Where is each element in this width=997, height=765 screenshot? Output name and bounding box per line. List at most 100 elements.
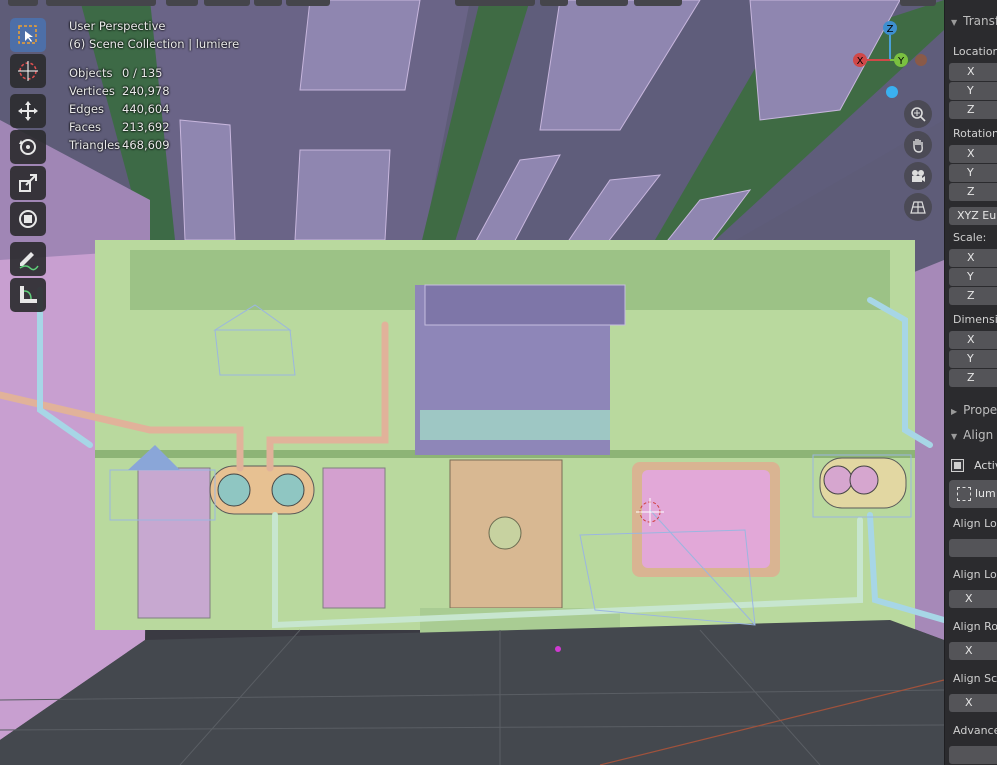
scale-tool[interactable] bbox=[10, 166, 46, 200]
cursor-tool[interactable] bbox=[10, 54, 46, 88]
cursor-icon bbox=[18, 61, 38, 81]
active-checkbox-row[interactable]: Activ bbox=[951, 455, 997, 473]
device-lens-right-2 bbox=[849, 465, 879, 495]
align-scale-x-toggle[interactable]: X bbox=[949, 694, 997, 712]
stat-value-triangles: 468,609 bbox=[122, 138, 170, 152]
align-location-field-1[interactable] bbox=[949, 539, 997, 557]
rotate-icon bbox=[19, 139, 36, 155]
transform-panel-header[interactable]: ▼ Transf bbox=[951, 14, 997, 28]
door-lock bbox=[488, 516, 522, 550]
properties-panel-header[interactable]: ▶ Proper bbox=[951, 403, 997, 417]
rotation-z-field[interactable]: Z bbox=[949, 183, 997, 201]
measure-tool[interactable] bbox=[10, 278, 46, 312]
grid-icon bbox=[910, 201, 926, 214]
pencil-icon bbox=[19, 252, 39, 271]
align-header-label: Align bbox=[963, 428, 994, 442]
control-panel-left bbox=[137, 467, 211, 619]
properties-sidebar: ▼Transf Location: X Y Z Rotation: X Y Z … bbox=[944, 0, 997, 765]
transform-icon bbox=[19, 210, 37, 228]
rotation-mode-dropdown[interactable]: XYZ Eule bbox=[949, 207, 997, 225]
gizmo-z-label: Z bbox=[887, 24, 894, 35]
align-rotation-label: Align Rot bbox=[953, 620, 997, 633]
advanced-label: Advanced bbox=[953, 724, 997, 737]
scale-y-field[interactable]: Y bbox=[949, 268, 997, 286]
location-z-field[interactable]: Z bbox=[949, 101, 997, 119]
camera-icon bbox=[912, 170, 925, 182]
mode-dropdown[interactable] bbox=[46, 0, 156, 6]
select-menu[interactable] bbox=[204, 0, 250, 6]
pivot-button[interactable] bbox=[540, 0, 568, 6]
align-panel-header[interactable]: ▼ Align bbox=[951, 428, 993, 442]
align-rotation-x-toggle[interactable]: X bbox=[949, 642, 997, 660]
active-checkbox[interactable] bbox=[951, 459, 964, 472]
stat-label-objects: Objects bbox=[69, 66, 113, 80]
rotation-label: Rotation: bbox=[953, 127, 997, 140]
ortho-toggle-button[interactable] bbox=[904, 193, 932, 221]
scene-collection-label: (6) Scene Collection | lumiere bbox=[69, 37, 240, 51]
screen-display bbox=[642, 470, 770, 568]
location-label: Location: bbox=[953, 45, 997, 58]
move-icon bbox=[18, 101, 38, 121]
ruler-icon bbox=[20, 286, 37, 303]
transform-tool[interactable] bbox=[10, 202, 46, 236]
checkbox-fill bbox=[954, 462, 961, 469]
device-lens-right-1 bbox=[823, 465, 853, 495]
dimensions-z-field[interactable]: Z bbox=[949, 369, 997, 387]
scale-icon bbox=[19, 174, 37, 192]
align-location-x-toggle[interactable]: X bbox=[949, 590, 997, 608]
stat-label-vertices: Vertices bbox=[69, 84, 115, 98]
overlay-button[interactable] bbox=[900, 0, 936, 6]
rotation-y-field[interactable]: Y bbox=[949, 164, 997, 182]
device-lens-right bbox=[271, 473, 305, 507]
pan-button[interactable] bbox=[904, 131, 932, 159]
object-icon bbox=[957, 487, 971, 501]
rotation-x-field[interactable]: X bbox=[949, 145, 997, 163]
light-origin bbox=[555, 646, 561, 652]
column-grille bbox=[424, 284, 626, 326]
control-panel-mid bbox=[322, 467, 386, 609]
align-location-label-1: Align Loc bbox=[953, 517, 997, 530]
active-object-button[interactable]: lum bbox=[949, 480, 997, 508]
transform-header-label: Transf bbox=[963, 14, 997, 28]
select-box-tool[interactable] bbox=[10, 18, 46, 52]
location-y-field[interactable]: Y bbox=[949, 82, 997, 100]
add-menu[interactable] bbox=[254, 0, 282, 6]
snap-button[interactable] bbox=[576, 0, 628, 6]
view-menu[interactable] bbox=[166, 0, 198, 6]
stat-value-edges: 440,604 bbox=[122, 102, 170, 116]
camera-view-button[interactable] bbox=[904, 162, 932, 190]
move-tool[interactable] bbox=[10, 94, 46, 128]
orientation-dropdown[interactable] bbox=[455, 0, 535, 6]
scale-label: Scale: bbox=[953, 231, 987, 244]
zoom-icon bbox=[911, 107, 926, 122]
dimensions-y-field[interactable]: Y bbox=[949, 350, 997, 368]
scale-z-field[interactable]: Z bbox=[949, 287, 997, 305]
stat-label-triangles: Triangles bbox=[69, 138, 121, 152]
column-band bbox=[420, 410, 610, 440]
stat-label-faces: Faces bbox=[69, 120, 101, 134]
proportional-button[interactable] bbox=[634, 0, 682, 6]
stat-value-objects: 0 / 135 bbox=[122, 66, 163, 80]
advanced-field[interactable] bbox=[949, 746, 997, 764]
scale-x-field[interactable]: X bbox=[949, 249, 997, 267]
zoom-button[interactable] bbox=[904, 100, 932, 128]
view-perspective-label: User Perspective bbox=[69, 19, 166, 33]
gizmo-y-label: Y bbox=[897, 56, 905, 67]
dimensions-label: Dimensio bbox=[953, 313, 997, 326]
navigation-gizmo[interactable]: Z Y X bbox=[848, 18, 938, 108]
hand-icon bbox=[913, 139, 923, 153]
collapse-icon: ▼ bbox=[951, 18, 958, 27]
gizmo-neg-y[interactable] bbox=[915, 54, 927, 66]
editor-type-button[interactable] bbox=[8, 0, 38, 6]
expand-icon: ▶ bbox=[951, 407, 958, 416]
dimensions-x-field[interactable]: X bbox=[949, 331, 997, 349]
active-label: Activ bbox=[974, 459, 997, 472]
properties-header-label: Proper bbox=[963, 403, 997, 417]
rotate-tool[interactable] bbox=[10, 130, 46, 164]
gizmo-neg-z[interactable] bbox=[886, 86, 898, 98]
object-menu[interactable] bbox=[286, 0, 330, 6]
location-x-field[interactable]: X bbox=[949, 63, 997, 81]
align-scale-label: Align Sca bbox=[953, 672, 997, 685]
collapse-icon: ▼ bbox=[951, 432, 958, 441]
annotate-tool[interactable] bbox=[10, 242, 46, 276]
